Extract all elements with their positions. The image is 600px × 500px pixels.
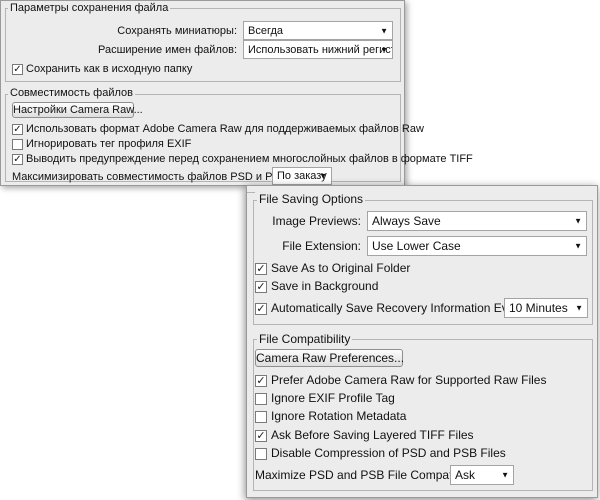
ignore-rotation-checkbox-en[interactable]: Ignore Rotation Metadata [255, 409, 406, 423]
ask-layered-tiff-checkbox-en[interactable]: ✓ Ask Before Saving Layered TIFF Files [255, 428, 474, 442]
ignore-exif-label-en: Ignore EXIF Profile Tag [271, 391, 395, 405]
save-background-label-en: Save in Background [271, 279, 379, 293]
check-icon[interactable]: ✓ [255, 280, 267, 293]
prefer-camera-raw-label-en: Prefer Adobe Camera Raw for Supported Ra… [271, 373, 547, 387]
ask-layered-tiff-label-ru: Выводить предупреждение перед сохранение… [26, 153, 473, 165]
check-icon[interactable]: ✓ [255, 429, 267, 442]
image-previews-select-en[interactable]: Always Save ▼ [367, 211, 587, 231]
chevron-down-icon: ▼ [319, 171, 327, 181]
chevron-down-icon: ▼ [380, 26, 388, 35]
auto-save-checkbox-en[interactable]: ✓ Automatically Save Recovery Information… [255, 301, 528, 315]
top-divider [247, 192, 255, 193]
save-original-folder-checkbox-ru[interactable]: ✓ Сохранить как в исходную папку [12, 63, 192, 75]
ignore-rotation-label-en: Ignore Rotation Metadata [271, 409, 407, 423]
ask-layered-tiff-label-en: Ask Before Saving Layered TIFF Files [271, 428, 474, 442]
image-previews-value-ru: Всегда [248, 24, 284, 37]
maximize-compat-value-en: Ask [455, 468, 476, 482]
checkbox-empty[interactable] [12, 138, 23, 150]
check-icon[interactable]: ✓ [12, 123, 23, 135]
image-previews-select-ru[interactable]: Всегда ▼ [243, 21, 393, 40]
disable-compression-label-en: Disable Compression of PSD and PSB Files [271, 446, 506, 460]
check-icon[interactable]: ✓ [255, 374, 267, 387]
check-icon[interactable]: ✓ [12, 153, 23, 165]
file-extension-label-en: File Extension: [282, 239, 361, 253]
file-extension-select-en[interactable]: Use Lower Case ▼ [367, 236, 587, 256]
checkbox-empty[interactable] [255, 447, 267, 460]
ask-layered-tiff-checkbox-ru[interactable]: ✓ Выводить предупреждение перед сохранени… [12, 153, 473, 165]
check-icon[interactable]: ✓ [255, 262, 267, 275]
ignore-exif-checkbox-en[interactable]: Ignore EXIF Profile Tag [255, 391, 395, 405]
maximize-compat-select-en[interactable]: Ask ▼ [450, 465, 514, 485]
camera-raw-preferences-button-en[interactable]: Camera Raw Preferences... [255, 349, 404, 367]
file-extension-label-ru: Расширение имен файлов: [97, 44, 237, 56]
save-background-checkbox-en[interactable]: ✓ Save in Background [255, 279, 378, 293]
disable-compression-checkbox-en[interactable]: Disable Compression of PSD and PSB Files [255, 446, 506, 460]
ignore-exif-checkbox-ru[interactable]: Игнорировать тег профиля EXIF [12, 138, 191, 150]
maximize-compat-label-en: Maximize PSD and PSB File Compatibility: [255, 468, 483, 482]
file-extension-value-en: Use Lower Case [372, 239, 461, 253]
image-previews-label-en: Image Previews: [272, 214, 361, 228]
chevron-down-icon: ▼ [380, 45, 388, 54]
save-original-folder-label-en: Save As to Original Folder [271, 261, 411, 275]
file-extension-value-ru: Использовать нижний регистр [248, 43, 393, 56]
preferences-panel-russian: Параметры сохранения файла Сохранять мин… [0, 0, 473, 186]
image-previews-label-ru: Сохранять миниатюры: [117, 25, 237, 37]
prefer-camera-raw-checkbox-ru[interactable]: ✓ Использовать формат Adobe Camera Raw дл… [12, 123, 424, 135]
save-original-folder-checkbox-en[interactable]: ✓ Save As to Original Folder [255, 261, 410, 275]
image-previews-value-en: Always Save [372, 214, 441, 228]
check-icon[interactable]: ✓ [12, 63, 23, 75]
chevron-down-icon: ▼ [575, 303, 583, 313]
prefer-camera-raw-label-ru: Использовать формат Adobe Camera Raw для… [26, 123, 424, 135]
save-original-folder-label-ru: Сохранить как в исходную папку [26, 63, 193, 75]
auto-save-interval-value-en: 10 Minutes [509, 301, 568, 315]
maximize-compat-label-ru: Максимизировать совместимость файлов PSD… [12, 171, 291, 183]
camera-raw-preferences-button-ru[interactable]: Настройки Camera Raw... [12, 102, 143, 118]
checkbox-empty[interactable] [255, 410, 267, 423]
auto-save-interval-select-en[interactable]: 10 Minutes ▼ [504, 298, 588, 318]
file-saving-legend-ru: Параметры сохранения файла [8, 2, 171, 14]
preferences-panel-english: File Saving Options Image Previews: Alwa… [246, 185, 598, 498]
checkbox-empty[interactable] [255, 392, 267, 405]
check-icon[interactable]: ✓ [255, 302, 267, 315]
file-compat-legend-en: File Compatibility [257, 332, 353, 346]
file-compat-legend-ru: Совместимость файлов [8, 87, 135, 99]
chevron-down-icon: ▼ [574, 216, 582, 226]
file-saving-legend-en: File Saving Options [257, 192, 366, 206]
ignore-exif-label-ru: Игнорировать тег профиля EXIF [26, 138, 192, 150]
chevron-down-icon: ▼ [574, 241, 582, 251]
auto-save-label-en: Automatically Save Recovery Information … [271, 301, 528, 315]
chevron-down-icon: ▼ [501, 470, 509, 480]
file-extension-select-ru[interactable]: Использовать нижний регистр ▼ [243, 40, 393, 59]
prefer-camera-raw-checkbox-en[interactable]: ✓ Prefer Adobe Camera Raw for Supported R… [255, 373, 546, 387]
maximize-compat-select-ru[interactable]: По заказу ▼ [272, 167, 332, 185]
